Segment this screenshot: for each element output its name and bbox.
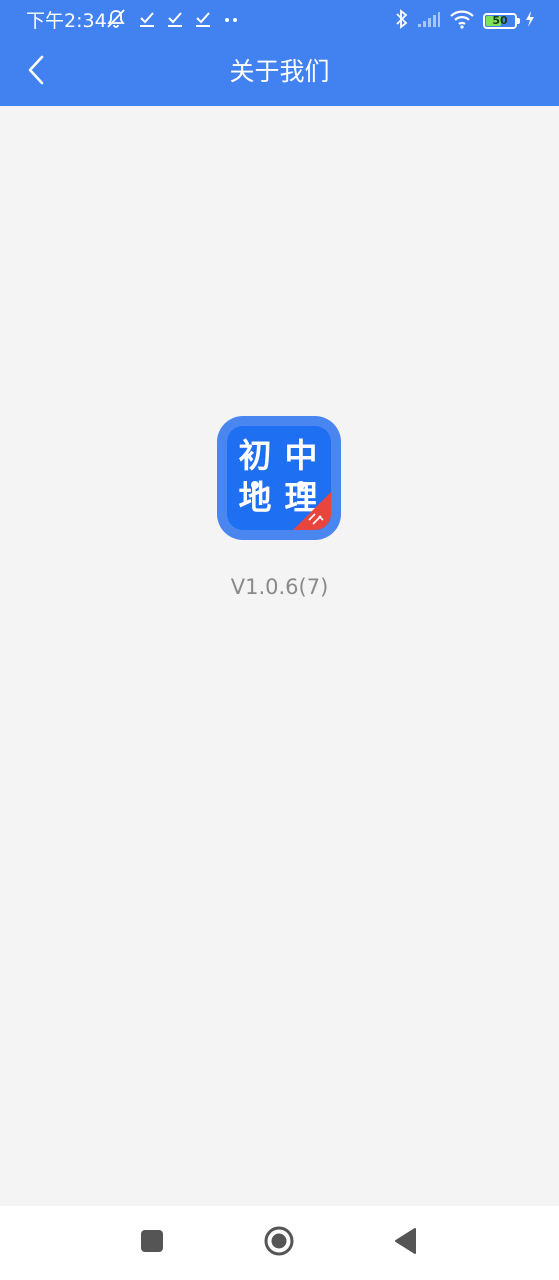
home-button[interactable] [259, 1223, 299, 1263]
recents-button[interactable] [132, 1223, 172, 1263]
system-nav-bar [0, 1206, 559, 1280]
logo-corner-ribbon [293, 492, 331, 530]
bluetooth-icon [395, 8, 409, 34]
check-icon [194, 10, 212, 32]
home-circle-icon [263, 1225, 295, 1261]
check-icon [166, 10, 184, 32]
check-icon [138, 10, 156, 32]
status-notification-icons [104, 8, 240, 34]
wifi-icon [449, 9, 475, 33]
status-time: 下午2:34 [26, 10, 107, 32]
version-label: V1.0.6(7) [230, 575, 329, 599]
mute-icon [104, 8, 128, 34]
status-bar: 下午2:34 50 [0, 0, 559, 42]
app-logo-inner: 初 中 地 理 [227, 426, 331, 530]
header-bar: 下午2:34 50 关于我们 [0, 0, 559, 106]
battery-level: 50 [492, 14, 508, 27]
signal-icon [417, 10, 441, 32]
app-bar: 关于我们 [0, 42, 559, 106]
battery-icon: 50 [483, 13, 520, 29]
recents-square-icon [140, 1229, 164, 1257]
charging-icon [525, 11, 535, 31]
app-logo: 初 中 地 理 [217, 416, 341, 540]
more-dots-icon [222, 10, 240, 32]
page-title: 关于我们 [229, 57, 330, 86]
status-system-icons: 50 [395, 9, 535, 33]
back-nav-button[interactable] [386, 1223, 426, 1263]
back-triangle-icon [393, 1227, 419, 1259]
